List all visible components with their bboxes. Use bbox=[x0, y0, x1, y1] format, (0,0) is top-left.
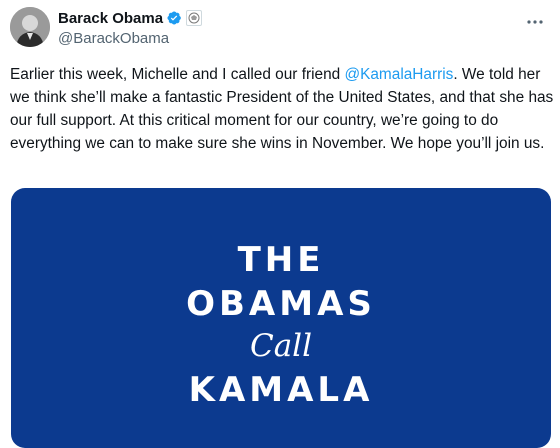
tweet-text-part-1: Earlier this week, Michelle and I called… bbox=[10, 66, 345, 83]
author-handle[interactable]: @BarackObama bbox=[58, 30, 202, 47]
author-block: Barack Obama @BarackObama bbox=[58, 9, 203, 47]
media-line-kamala: KAMALA bbox=[188, 370, 374, 410]
tweet-header: Barack Obama @BarackObama bbox=[10, 7, 550, 49]
media-line-call: Call bbox=[249, 328, 313, 364]
seal-icon[interactable] bbox=[186, 10, 203, 26]
avatar-image bbox=[10, 7, 50, 47]
verified-badge-icon[interactable] bbox=[166, 10, 182, 26]
avatar[interactable] bbox=[10, 7, 50, 47]
more-horizontal-icon bbox=[527, 20, 543, 24]
tweet-media-image[interactable]: THE OBAMAS Call KAMALA bbox=[11, 188, 551, 448]
author-display-name[interactable]: Barack Obama bbox=[58, 10, 163, 27]
tweet-text: Earlier this week, Michelle and I called… bbox=[10, 63, 555, 155]
media-line-the: THE bbox=[237, 240, 325, 280]
more-options-button[interactable] bbox=[524, 11, 546, 33]
media-line-obamas: OBAMAS bbox=[186, 284, 376, 324]
mention-link[interactable]: @KamalaHarris bbox=[344, 66, 453, 83]
